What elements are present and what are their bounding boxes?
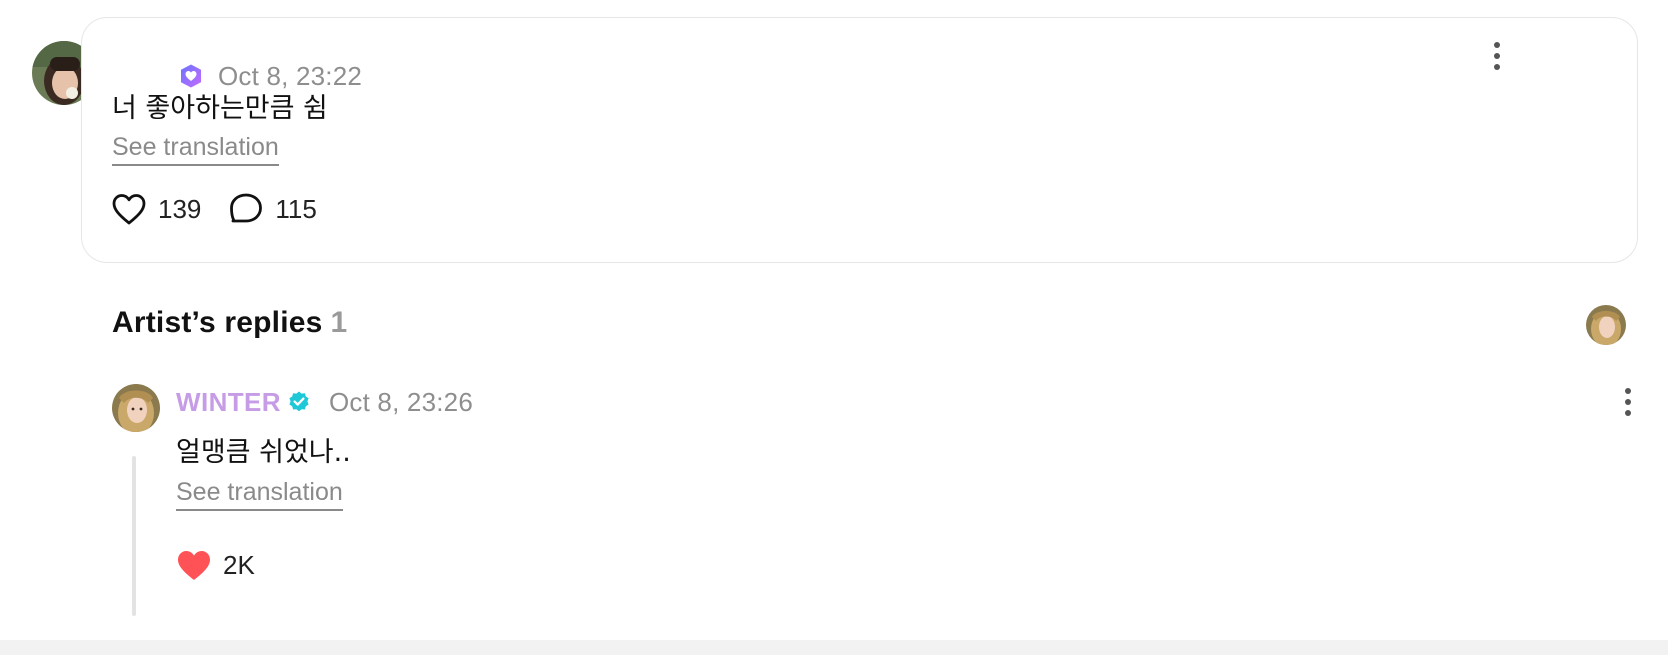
reply-actions: 2K bbox=[175, 546, 281, 584]
speech-bubble-icon bbox=[230, 193, 263, 223]
post-text: 너 좋아하는만큼 쉼 bbox=[112, 93, 328, 124]
reply-like-button[interactable]: 2K bbox=[175, 546, 255, 584]
post-comment-count: 115 bbox=[275, 193, 317, 224]
artist-mini-avatar[interactable] bbox=[1586, 305, 1626, 345]
artist-avatar[interactable] bbox=[112, 384, 160, 432]
bottom-divider bbox=[0, 640, 1668, 655]
verified-check-icon bbox=[289, 391, 309, 412]
reply-see-translation-link[interactable]: See translation bbox=[176, 477, 343, 511]
heart-outline-icon bbox=[112, 194, 146, 225]
reply-text: 얼맹큼 쉬었나.. bbox=[176, 437, 351, 468]
reply-thread-line bbox=[132, 456, 136, 616]
post-card: Oct 8, 23:22 너 좋아하는만큼 쉼 See translation … bbox=[81, 17, 1638, 263]
post-like-button[interactable]: 139 bbox=[110, 190, 201, 228]
reply-more-icon[interactable] bbox=[1617, 384, 1639, 420]
reply-meta: WINTER Oct 8, 23:26 bbox=[176, 383, 473, 421]
reply-timestamp: Oct 8, 23:26 bbox=[328, 386, 473, 417]
artist-replies-title: Artist’s replies bbox=[112, 306, 323, 339]
artist-replies-header: Artist’s replies 1 bbox=[112, 306, 347, 340]
post-see-translation-link[interactable]: See translation bbox=[112, 132, 279, 166]
post-actions: 139 115 bbox=[110, 190, 343, 228]
artist-replies-count: 1 bbox=[330, 306, 348, 339]
artist-reply-thread: Oct 8, 23:22 너 좋아하는만큼 쉼 See translation … bbox=[0, 0, 1668, 655]
artist-name[interactable]: WINTER bbox=[176, 387, 281, 418]
post-more-icon[interactable] bbox=[1486, 38, 1508, 74]
reply-like-count: 2K bbox=[223, 549, 255, 580]
post-comment-button[interactable]: 115 bbox=[227, 190, 317, 228]
post-like-count: 139 bbox=[158, 193, 202, 224]
heart-filled-icon bbox=[178, 551, 210, 580]
